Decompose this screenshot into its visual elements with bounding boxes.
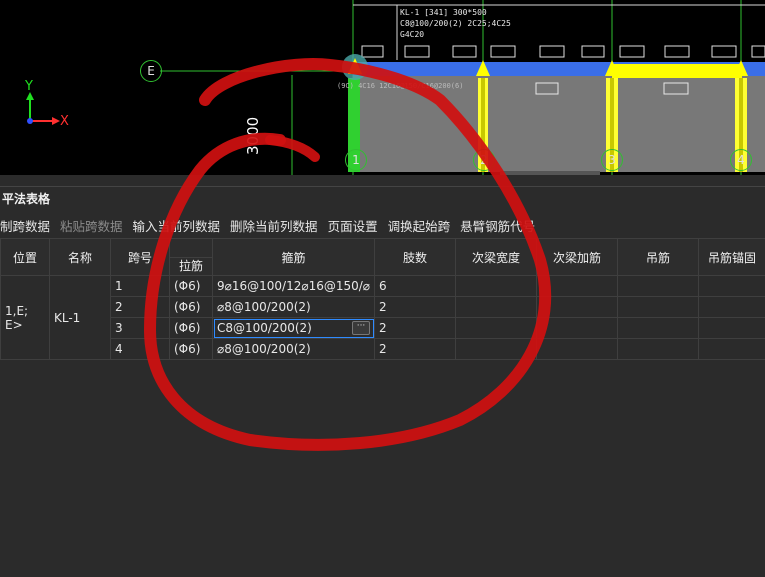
swap-start-span-button[interactable]: 调换起始跨 xyxy=(388,216,451,235)
cell-tie[interactable]: (Φ6) xyxy=(169,317,213,339)
cell-span[interactable]: 3 xyxy=(110,317,170,339)
beam-label-line: C8@100/200(2) 2C25;4C25 xyxy=(400,19,511,28)
rebar-marks-top xyxy=(361,45,765,58)
header-secondary-width[interactable]: 次梁宽度 xyxy=(455,238,537,276)
header-secondary-bar[interactable]: 次梁加筋 xyxy=(536,238,618,276)
cell-hanger-anchor[interactable] xyxy=(698,338,765,360)
grid-bubble-2: 2 xyxy=(473,149,495,171)
header-legs[interactable]: 肢数 xyxy=(374,238,456,276)
beam-annotation: KL-1 [341] 300*500 C8@100/200(2) 2C25;4C… xyxy=(400,7,511,40)
axis-x-label: X xyxy=(60,114,69,129)
beam-label-line: KL-1 [341] 300*500 xyxy=(400,8,487,17)
cell-tie[interactable]: (Φ6) xyxy=(169,296,213,318)
header-span[interactable]: 跨号 xyxy=(110,238,170,276)
input-column-data-button[interactable]: 输入当前列数据 xyxy=(133,216,221,235)
cell-span[interactable]: 1 xyxy=(110,275,170,297)
cell-tie[interactable]: (Φ6) xyxy=(169,275,213,297)
cell-secondary-bar[interactable] xyxy=(536,296,618,318)
page-setup-button[interactable]: 页面设置 xyxy=(328,216,378,235)
delete-column-data-button[interactable]: 删除当前列数据 xyxy=(230,216,318,235)
cantilever-code-button[interactable]: 悬臂钢筋代号 xyxy=(460,216,535,235)
cell-secondary-width[interactable] xyxy=(455,275,537,297)
cell-legs[interactable]: 2 xyxy=(374,296,456,318)
span-data-table: 位置 名称 跨号 拉筋 箍筋 肢数 次梁宽度 次梁加筋 吊筋 吊筋锚固 1,E;… xyxy=(0,238,765,360)
cell-legs[interactable]: 2 xyxy=(374,338,456,360)
table-row[interactable]: 2 (Φ6) ⌀8@100/200(2) 2 xyxy=(1,296,765,318)
cell-stirrup[interactable]: ⌀8@100/200(2) xyxy=(212,296,375,318)
table-row[interactable]: 4 (Φ6) ⌀8@100/200(2) 2 xyxy=(1,338,765,360)
dimension-label: 3000 xyxy=(244,116,262,155)
cell-legs[interactable]: 2 xyxy=(374,317,456,339)
cell-secondary-bar[interactable] xyxy=(536,275,618,297)
cell-secondary-width[interactable] xyxy=(455,296,537,318)
grid-bubble-3: 3 xyxy=(601,149,623,171)
cell-hanger[interactable] xyxy=(617,296,699,318)
header-tie-bar[interactable]: 拉筋 xyxy=(169,238,213,276)
cell-stirrup-editing[interactable]: C8@100/200(2) ··· xyxy=(212,317,375,339)
cell-hanger-anchor[interactable] xyxy=(698,317,765,339)
cell-secondary-bar[interactable] xyxy=(536,317,618,339)
cell-position[interactable]: 1,E; E> xyxy=(0,275,50,360)
cell-hanger-anchor[interactable] xyxy=(698,275,765,297)
cell-tie[interactable]: (Φ6) xyxy=(169,338,213,360)
cad-viewport[interactable]: KL-1 [341] 300*500 C8@100/200(2) 2C25;4C… xyxy=(0,0,765,175)
cell-span[interactable]: 4 xyxy=(110,338,170,360)
cell-stirrup[interactable]: 9⌀16@100/12⌀16@150/⌀ xyxy=(212,275,375,297)
stirrup-edit-value[interactable]: C8@100/200(2) xyxy=(217,321,312,335)
header-hanger[interactable]: 吊筋 xyxy=(617,238,699,276)
panel-title: 平法表格 xyxy=(0,186,765,210)
cell-span[interactable]: 2 xyxy=(110,296,170,318)
header-position[interactable]: 位置 xyxy=(0,238,50,276)
grid-bubble-4: 4 xyxy=(730,149,752,171)
table-row[interactable]: 1,E; E> KL-1 1 (Φ6) 9⌀16@100/12⌀16@150/⌀… xyxy=(0,275,765,360)
header-hanger-anchor[interactable]: 吊筋锚固 xyxy=(698,238,765,276)
cell-hanger[interactable] xyxy=(617,275,699,297)
copy-span-data-button[interactable]: 制跨数据 xyxy=(0,216,50,235)
cell-hanger[interactable] xyxy=(617,317,699,339)
grid-bubble-e: E xyxy=(140,60,162,82)
cell-secondary-width[interactable] xyxy=(455,317,537,339)
table-row[interactable]: 3 (Φ6) C8@100/200(2) ··· 2 xyxy=(1,317,765,339)
cell-secondary-bar[interactable] xyxy=(536,338,618,360)
cell-hanger[interactable] xyxy=(617,338,699,360)
support-annotation: (9C) 4C16 12C16@150/C16@200(6) xyxy=(337,82,464,90)
beam-label-line: G4C20 xyxy=(400,30,425,39)
ellipsis-button[interactable]: ··· xyxy=(352,321,370,335)
yellow-beam-segment xyxy=(612,64,742,78)
cell-legs[interactable]: 6 xyxy=(374,275,456,297)
axis-y-label: Y xyxy=(25,79,33,94)
cell-secondary-width[interactable] xyxy=(455,338,537,360)
table-toolbar: 制跨数据 粘贴跨数据 输入当前列数据 删除当前列数据 页面设置 调换起始跨 悬臂… xyxy=(0,212,765,238)
cell-name[interactable]: KL-1 xyxy=(49,275,111,360)
cell-stirrup[interactable]: ⌀8@100/200(2) xyxy=(212,338,375,360)
cell-hanger-anchor[interactable] xyxy=(698,296,765,318)
header-tie-bar-label: 拉筋 xyxy=(170,257,212,275)
paste-span-data-button[interactable]: 粘贴跨数据 xyxy=(60,216,123,235)
grid-bubble-1: 1 xyxy=(345,149,367,171)
header-stirrup[interactable]: 箍筋 xyxy=(212,238,375,276)
header-name[interactable]: 名称 xyxy=(49,238,111,276)
